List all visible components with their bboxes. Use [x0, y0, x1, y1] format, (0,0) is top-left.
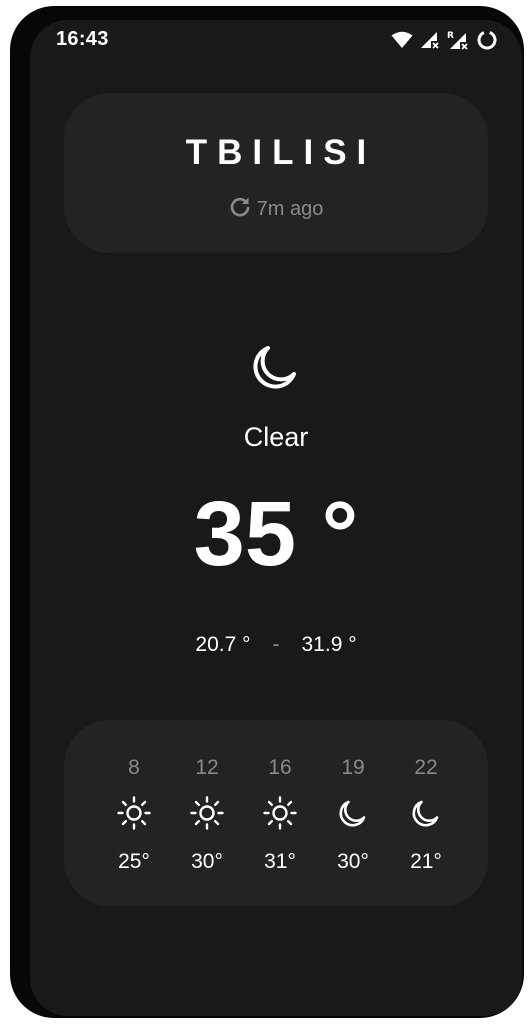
moon-icon	[409, 796, 443, 830]
hourly-item: 19 30°	[318, 720, 388, 906]
status-icons: R	[391, 29, 498, 51]
range-separator: -	[272, 633, 280, 656]
temperature-high: 31.9 °	[301, 633, 357, 656]
hour-temperature: 25°	[118, 850, 150, 873]
hour-label: 12	[195, 756, 219, 779]
hourly-forecast-card: 8 25° 12 30° 16 31° 19 30° 22 21°	[64, 720, 488, 906]
roaming-signal-icon: R	[447, 30, 469, 50]
last-updated-text: 7m ago	[256, 197, 324, 220]
status-time: 16:43	[56, 28, 109, 50]
hour-temperature: 30°	[191, 850, 223, 873]
hour-label: 8	[128, 756, 140, 779]
wifi-icon	[391, 31, 413, 49]
temperature-low: 20.7 °	[195, 633, 251, 656]
refresh-icon[interactable]	[229, 195, 251, 223]
hourly-item: 8 25°	[99, 720, 169, 906]
temperature-range: 20.7 ° - 31.9 °	[30, 633, 522, 657]
phone-frame: 16:43 R TBILISI 7m ago Clear 35 ° 20.7 °…	[10, 6, 524, 1018]
condition-text: Clear	[243, 422, 309, 452]
sun-icon	[117, 796, 151, 830]
sun-icon	[263, 796, 297, 830]
hour-temperature: 30°	[337, 850, 369, 873]
hour-label: 19	[341, 756, 365, 779]
hourly-item: 16 31°	[245, 720, 315, 906]
moon-icon	[250, 342, 300, 392]
last-updated-row[interactable]: 7m ago	[64, 195, 488, 223]
location-card[interactable]: TBILISI 7m ago	[64, 93, 488, 253]
hourly-item: 12 30°	[172, 720, 242, 906]
status-bar: 16:43 R	[30, 20, 522, 64]
battery-ring-icon	[476, 29, 498, 51]
hourly-item: 22 21°	[391, 720, 461, 906]
signal-icon	[420, 31, 440, 49]
city-name: TBILISI	[185, 133, 377, 172]
hour-label: 16	[268, 756, 292, 779]
hour-label: 22	[414, 756, 438, 779]
app-screen: 16:43 R TBILISI 7m ago Clear 35 ° 20.7 °…	[30, 20, 522, 1016]
moon-icon	[336, 796, 370, 830]
hour-temperature: 31°	[264, 850, 296, 873]
sun-icon	[190, 796, 224, 830]
svg-text:R: R	[447, 31, 454, 41]
current-temperature: 35 °	[193, 483, 359, 585]
hour-temperature: 21°	[410, 850, 442, 873]
